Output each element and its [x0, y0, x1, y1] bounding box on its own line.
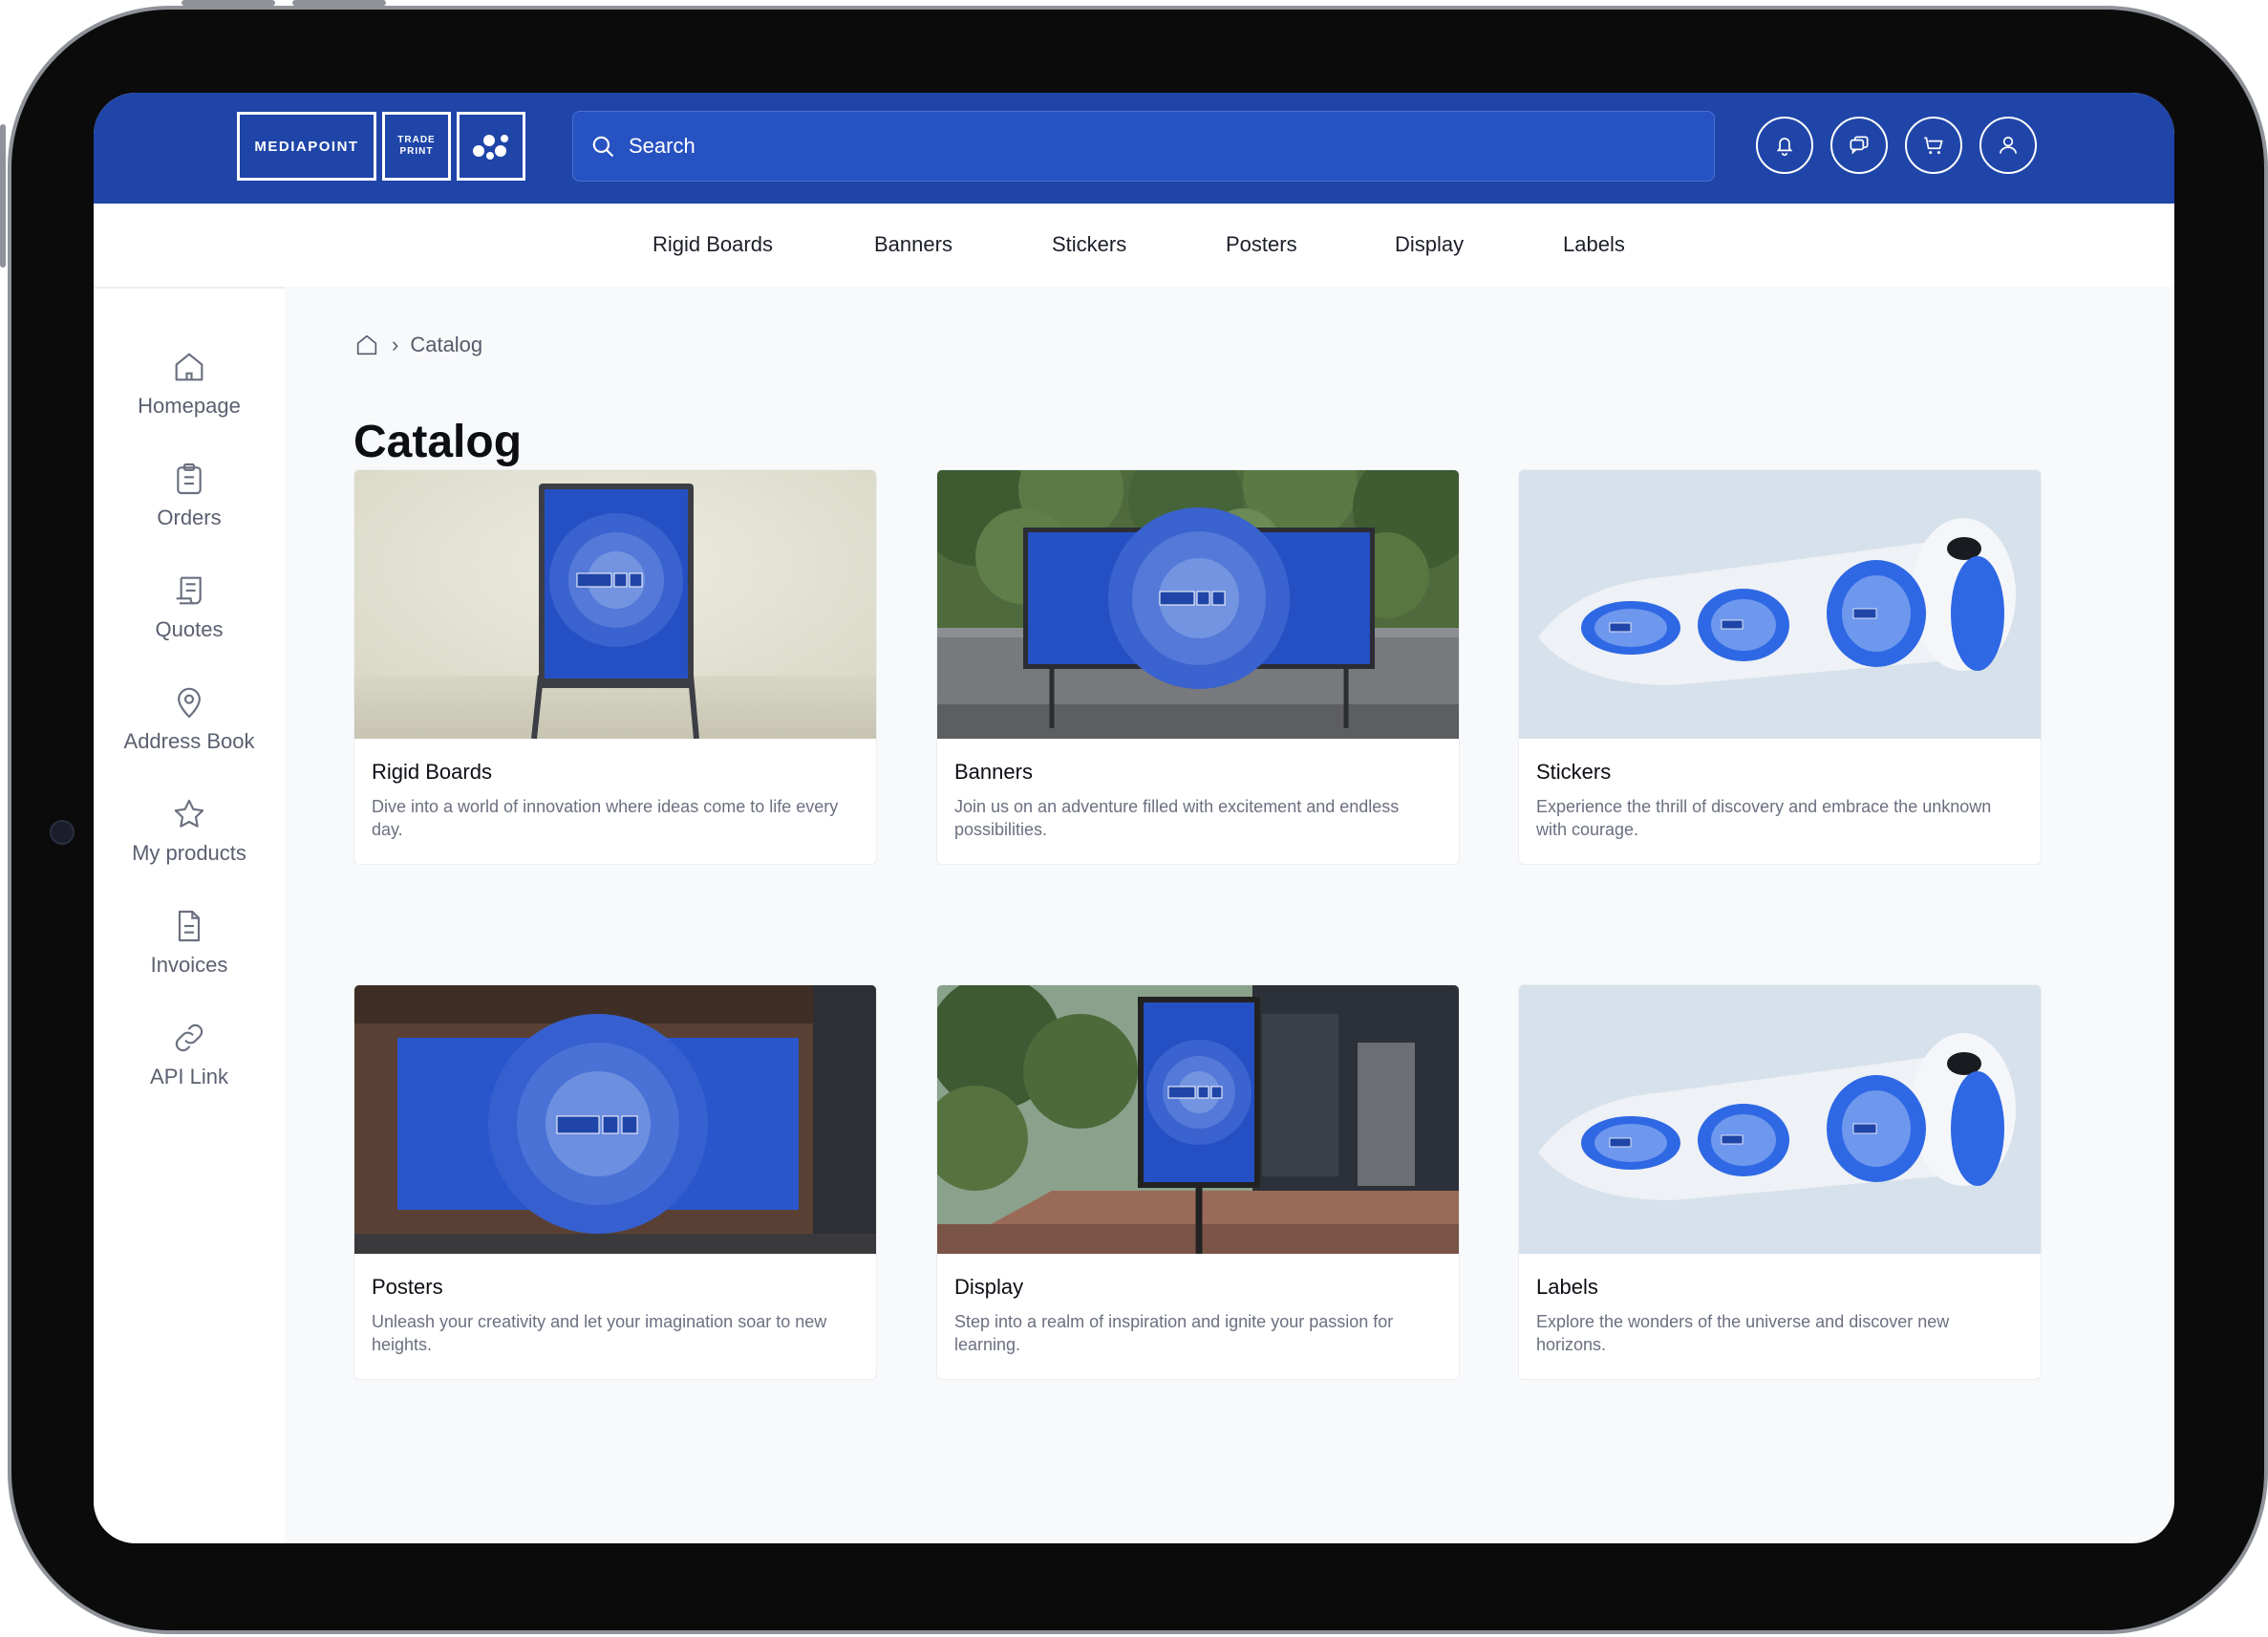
nav-rigid-boards[interactable]: Rigid Boards [653, 232, 773, 257]
cart-icon [1924, 137, 1943, 155]
app-screen: MEDIAPOINT TRADE PRINT Search Rigid Boar… [94, 93, 2174, 1543]
messages-button[interactable] [1830, 117, 1888, 174]
brand-dots-icon [457, 112, 525, 181]
sidebar-item-label: Address Book [123, 729, 255, 753]
catalog-card-banners[interactable]: Banners Join us on an adventure filled w… [936, 469, 1460, 865]
card-title: Display [954, 1275, 1024, 1299]
sidebar-item-label: Invoices [150, 953, 228, 977]
sticker-roll-image [1519, 470, 2041, 739]
map-pin-icon [178, 687, 201, 719]
sidebar-item-homepage[interactable]: Homepage [94, 348, 285, 419]
nav-banners[interactable]: Banners [874, 232, 952, 257]
card-title: Labels [1536, 1275, 1598, 1299]
brand-logo[interactable]: MEDIAPOINT TRADE PRINT [237, 112, 525, 181]
sidebar-item-label: API Link [150, 1065, 228, 1088]
card-title: Posters [372, 1275, 443, 1299]
volume-button [292, 0, 386, 6]
clipboard-icon [177, 463, 202, 495]
card-description: Join us on an adventure filled with exci… [954, 797, 1400, 839]
nav-labels[interactable]: Labels [1563, 232, 1625, 257]
sidebar: Homepage Orders Quotes Address Book My p… [94, 287, 285, 1543]
invoice-icon [178, 910, 201, 942]
breadcrumb-separator: › [392, 333, 399, 356]
poster-wall-image [354, 985, 876, 1254]
card-description: Unleash your creativity and let your ima… [372, 1312, 827, 1354]
sidebar-item-label: Quotes [155, 617, 224, 641]
sidebar-item-invoices[interactable]: Invoices [94, 907, 285, 978]
rigid-board-image [354, 470, 876, 739]
home-icon[interactable] [353, 332, 380, 358]
user-icon [2000, 137, 2017, 154]
page-title: Catalog [353, 417, 523, 467]
cart-button[interactable] [1905, 117, 1962, 174]
nav-posters[interactable]: Posters [1226, 232, 1297, 257]
search-input[interactable] [627, 133, 1490, 160]
sidebar-item-label: My products [132, 841, 246, 865]
catalog-card-labels[interactable]: Labels Explore the wonders of the univer… [1518, 984, 2042, 1380]
catalog-card-rigid-boards[interactable]: Rigid Boards Dive into a world of innova… [353, 469, 877, 865]
home-icon [175, 353, 203, 381]
brand-sub: TRADE PRINT [382, 112, 451, 181]
display-stand-image [937, 985, 1459, 1254]
search-icon [592, 136, 613, 157]
catalog-card-posters[interactable]: Posters Unleash your creativity and let … [353, 984, 877, 1380]
bell-icon [1776, 138, 1793, 157]
breadcrumb: › Catalog [353, 332, 482, 358]
nav-stickers[interactable]: Stickers [1052, 232, 1126, 257]
card-description: Dive into a world of innovation where id… [372, 797, 839, 839]
card-title: Banners [954, 760, 1033, 784]
link-icon [175, 1023, 203, 1052]
sidebar-item-label: Homepage [138, 394, 241, 418]
profile-button[interactable] [1979, 117, 2037, 174]
banner-image [937, 470, 1459, 739]
sidebar-item-orders[interactable]: Orders [94, 460, 285, 530]
nav-display[interactable]: Display [1395, 232, 1464, 257]
volume-button [182, 0, 275, 6]
topbar-actions [1756, 117, 2037, 174]
card-title: Rigid Boards [372, 760, 492, 784]
sidebar-item-address-book[interactable]: Address Book [94, 683, 285, 754]
power-button [0, 124, 6, 268]
dots-icon [473, 135, 508, 160]
label-roll-image [1519, 985, 2041, 1254]
camera [50, 820, 75, 845]
category-nav: Rigid Boards Banners Stickers Posters Di… [94, 204, 2174, 287]
card-title: Stickers [1536, 760, 1612, 784]
sidebar-item-quotes[interactable]: Quotes [94, 571, 285, 642]
sidebar-item-label: Orders [157, 506, 222, 529]
catalog-card-display[interactable]: Display Step into a realm of inspiration… [936, 984, 1460, 1380]
quote-doc-icon [176, 576, 202, 605]
sidebar-item-my-products[interactable]: My products [94, 795, 285, 866]
chat-icon [1850, 136, 1869, 155]
star-icon [174, 799, 204, 828]
card-description: Explore the wonders of the universe and … [1536, 1312, 1950, 1354]
breadcrumb-current: Catalog [410, 333, 483, 356]
card-description: Experience the thrill of discovery and e… [1536, 797, 1992, 839]
top-bar: MEDIAPOINT TRADE PRINT [94, 93, 2174, 204]
search-bar[interactable] [572, 111, 1715, 182]
notifications-button[interactable] [1756, 117, 1813, 174]
sidebar-item-api-link[interactable]: API Link [94, 1019, 285, 1089]
card-description: Step into a realm of inspiration and ign… [954, 1312, 1394, 1354]
catalog-card-stickers[interactable]: Stickers Experience the thrill of discov… [1518, 469, 2042, 865]
brand-name: MEDIAPOINT [237, 112, 376, 181]
